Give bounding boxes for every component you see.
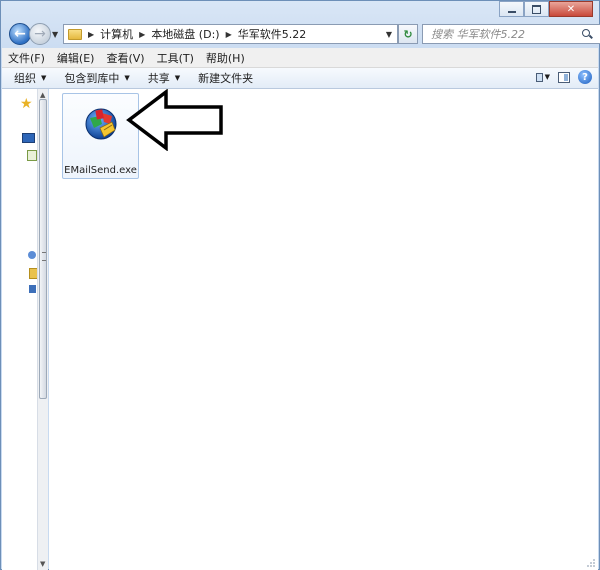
scrollbar-thumb[interactable] bbox=[39, 99, 47, 399]
navigation-pane: ★ bbox=[2, 89, 39, 570]
recent-pages-dropdown-icon[interactable]: ▼ bbox=[52, 30, 58, 39]
menu-help[interactable]: 帮助(H) bbox=[200, 50, 251, 66]
menu-tools[interactable]: 工具(T) bbox=[151, 50, 200, 66]
chevron-right-icon[interactable]: ▶ bbox=[139, 30, 145, 39]
change-view-icon[interactable]: ▼ bbox=[536, 71, 550, 83]
preview-pane-icon[interactable] bbox=[558, 71, 570, 83]
scroll-down-icon[interactable]: ▼ bbox=[40, 560, 45, 568]
chevron-right-icon[interactable]: ▶ bbox=[226, 30, 232, 39]
navigation-bar: ← → ▼ ▶ 计算机 ▶ 本地磁盘 (D:) ▶ 华军软件5.22 ▼ ↻ 搜… bbox=[9, 23, 600, 47]
favorites-star-icon[interactable]: ★ bbox=[20, 96, 33, 112]
maximize-icon bbox=[532, 4, 541, 14]
menu-file[interactable]: 文件(F) bbox=[2, 50, 51, 66]
resize-grip-icon[interactable] bbox=[586, 558, 596, 568]
desktop-icon[interactable] bbox=[22, 133, 35, 143]
file-name-label: EMailSend.exe bbox=[64, 165, 137, 176]
organize-label: 组织 bbox=[14, 72, 36, 85]
close-button[interactable]: ✕ bbox=[549, 1, 593, 17]
forward-button[interactable]: → bbox=[29, 23, 51, 45]
maximize-button[interactable] bbox=[524, 1, 549, 17]
menu-edit[interactable]: 编辑(E) bbox=[51, 50, 101, 66]
address-history-dropdown-icon[interactable]: ▼ bbox=[386, 30, 392, 39]
breadcrumb-computer[interactable]: 计算机 bbox=[100, 26, 133, 42]
view-controls: ▼ ? bbox=[536, 70, 592, 84]
caret-down-icon: ▼ bbox=[174, 74, 181, 82]
share-label: 共享 bbox=[147, 72, 170, 85]
search-box[interactable]: 搜索 华军软件5.22 bbox=[422, 24, 600, 44]
address-bar[interactable]: ▶ 计算机 ▶ 本地磁盘 (D:) ▶ 华军软件5.22 ▼ bbox=[63, 24, 398, 44]
window-controls: ✕ bbox=[499, 1, 593, 17]
emailsend-app-icon bbox=[85, 108, 117, 140]
search-input[interactable]: 搜索 华军软件5.22 bbox=[431, 26, 582, 42]
navigation-pane-scrollbar[interactable]: ▲ ▼ bbox=[37, 89, 48, 570]
breadcrumb-current-folder[interactable]: 华军软件5.22 bbox=[238, 26, 307, 42]
caret-down-icon: ▼ bbox=[41, 74, 47, 82]
minimize-icon bbox=[507, 10, 516, 13]
organize-button[interactable]: 组织 ▼ bbox=[2, 70, 52, 86]
new-folder-button[interactable]: 新建文件夹 bbox=[186, 70, 259, 86]
include-in-library-button[interactable]: 包含到库中 ▼ bbox=[52, 70, 135, 86]
arrow-pointing-left-icon bbox=[126, 89, 223, 151]
file-list-area[interactable]: EMailSend.exe bbox=[49, 89, 598, 570]
grip-icon bbox=[42, 252, 46, 261]
share-button[interactable]: 共享 ▼ bbox=[136, 70, 186, 86]
breadcrumb-local-disk[interactable]: 本地磁盘 (D:) bbox=[151, 26, 219, 42]
folder-icon bbox=[68, 28, 82, 40]
caret-down-icon: ▼ bbox=[124, 74, 130, 82]
menu-view[interactable]: 查看(V) bbox=[100, 50, 150, 66]
menu-bar: 文件(F) 编辑(E) 查看(V) 工具(T) 帮助(H) bbox=[2, 48, 598, 68]
search-icon[interactable] bbox=[582, 29, 592, 39]
back-button[interactable]: ← bbox=[9, 23, 31, 45]
scroll-up-icon[interactable]: ▲ bbox=[40, 91, 45, 99]
network-icon[interactable] bbox=[28, 251, 36, 259]
include-in-library-label: 包含到库中 bbox=[64, 72, 120, 85]
command-bar: 组织 ▼ 包含到库中 ▼ 共享 ▼ 新建文件夹 ▼ ? bbox=[2, 68, 598, 89]
explorer-window: ✕ ← → ▼ ▶ 计算机 ▶ 本地磁盘 (D:) ▶ 华军软件5.22 ▼ ↻… bbox=[0, 0, 600, 570]
help-icon[interactable]: ? bbox=[578, 70, 592, 84]
refresh-button[interactable]: ↻ bbox=[398, 24, 418, 44]
new-folder-label: 新建文件夹 bbox=[198, 72, 254, 85]
document-icon[interactable] bbox=[27, 150, 37, 161]
chevron-right-icon[interactable]: ▶ bbox=[88, 30, 94, 39]
computer-icon[interactable] bbox=[29, 285, 36, 293]
minimize-button[interactable] bbox=[499, 1, 524, 17]
